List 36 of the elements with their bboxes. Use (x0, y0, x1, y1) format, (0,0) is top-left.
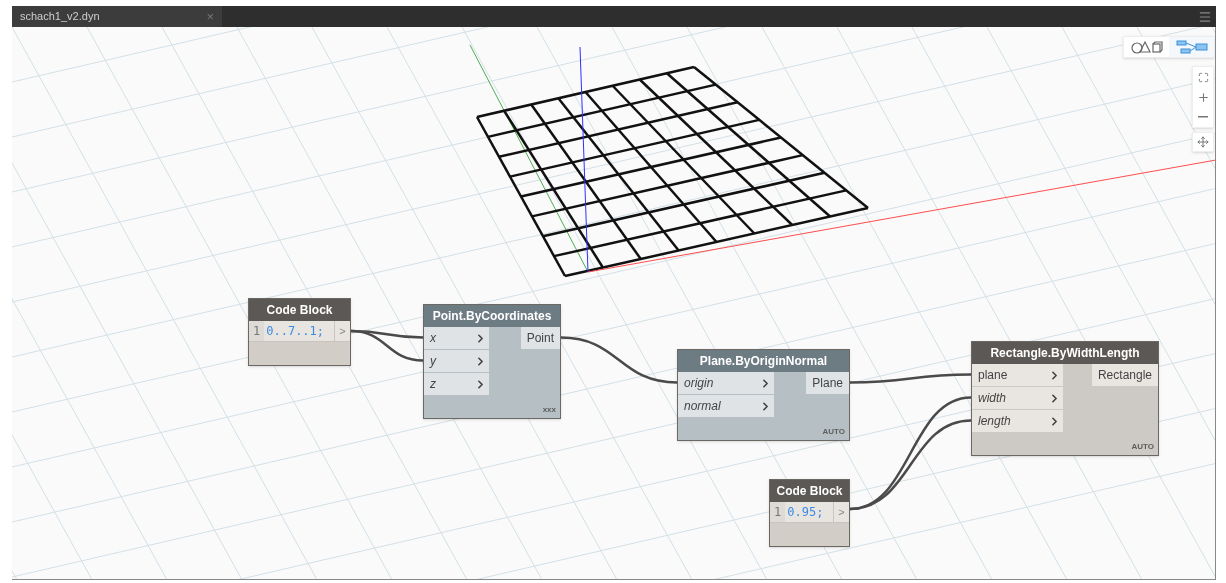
node-title: Rectangle.ByWidthLength (972, 342, 1158, 364)
pan-icon (1197, 136, 1209, 148)
node-graph-icon (1175, 40, 1208, 54)
menu-icon[interactable] (1198, 9, 1212, 24)
function-node[interactable]: Rectangle.ByWidthLength plane width length Rectangle AUTO (971, 341, 1159, 456)
output-port[interactable]: Point (520, 327, 560, 349)
geometry-view-button[interactable] (1124, 37, 1169, 57)
line-number: 1 (770, 502, 786, 522)
input-port[interactable]: length (972, 410, 1063, 432)
fit-icon (1197, 71, 1209, 83)
line-number: 1 (249, 321, 265, 341)
minus-icon (1198, 116, 1208, 118)
input-port[interactable]: normal (678, 395, 774, 417)
shapes-icon (1130, 40, 1163, 54)
pan-button[interactable] (1192, 132, 1214, 152)
node-title: Code Block (770, 480, 849, 502)
lacing-label: AUTO (822, 426, 845, 438)
lacing-label: AUTO (1131, 441, 1154, 453)
function-node[interactable]: Point.ByCoordinates x y z Point xxx (423, 304, 561, 419)
node-title: Point.ByCoordinates (424, 305, 560, 327)
plus-icon (1196, 90, 1210, 104)
input-port[interactable]: origin (678, 372, 774, 394)
graph-view-button[interactable] (1169, 37, 1214, 57)
function-node[interactable]: Plane.ByOriginNormal origin normal Plane AUTO (677, 349, 850, 441)
input-port[interactable]: y (424, 350, 489, 372)
input-port[interactable]: z (424, 373, 489, 395)
tab-title: schach1_v2.dyn (20, 9, 100, 25)
output-port[interactable]: Plane (806, 372, 849, 394)
node-title: Plane.ByOriginNormal (678, 350, 849, 372)
output-port[interactable]: Rectangle (1091, 364, 1158, 386)
input-port[interactable]: width (972, 387, 1063, 409)
lacing-label: xxx (542, 404, 556, 416)
node-title: Code Block (249, 299, 350, 321)
document-tab[interactable]: schach1_v2.dyn × (12, 6, 222, 27)
input-port[interactable]: plane (972, 364, 1063, 386)
input-port[interactable]: x (424, 327, 489, 349)
